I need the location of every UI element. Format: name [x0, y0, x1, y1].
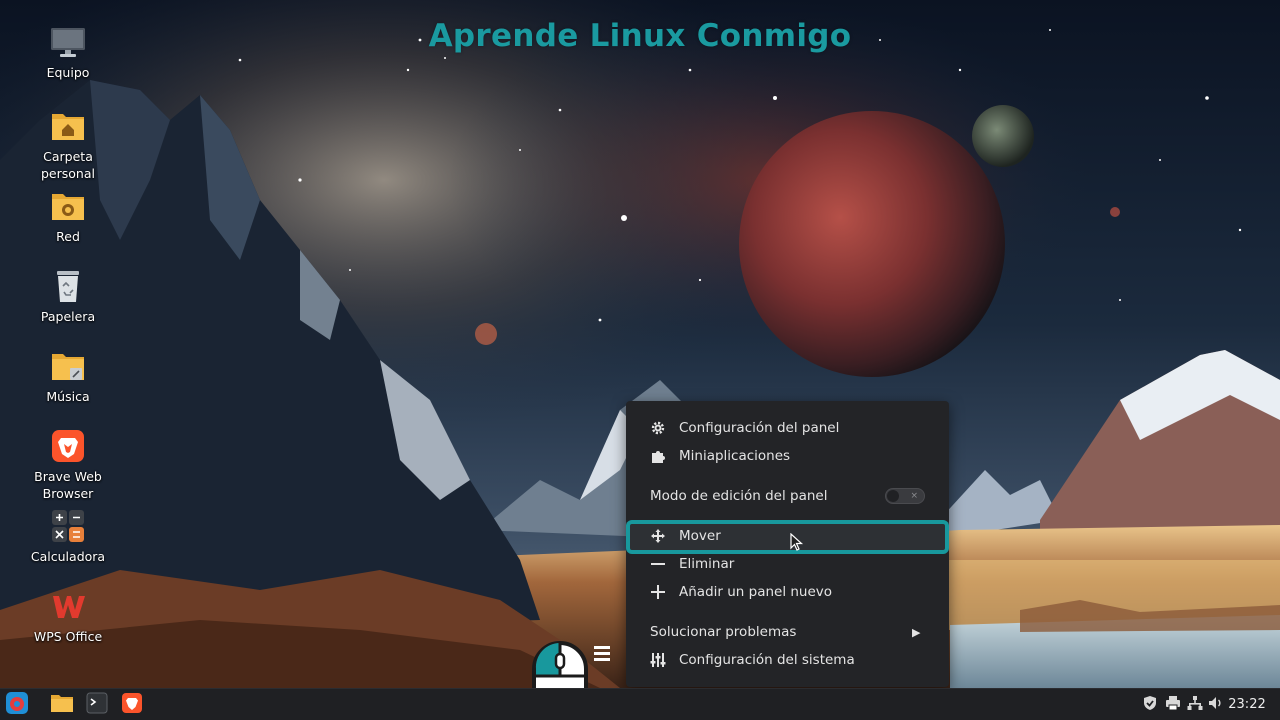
desktop-icon-papelera[interactable]: Papelera — [22, 268, 114, 325]
desktop-icon-label: Calculadora — [30, 549, 106, 564]
music-folder-icon — [50, 348, 86, 384]
mouse-pointer-icon — [789, 532, 805, 557]
menu-icon — [5, 691, 29, 719]
puzzle-icon — [650, 448, 666, 464]
menu-item-label: Eliminar — [679, 556, 735, 572]
network-tray-button[interactable] — [1185, 689, 1205, 720]
file-manager-button[interactable] — [48, 692, 76, 718]
desktop-icon-label: Papelera — [40, 309, 96, 324]
update-tray-button[interactable] — [1140, 689, 1160, 720]
printer-tray-button[interactable] — [1163, 689, 1183, 720]
file-manager-icon — [50, 692, 74, 718]
start-menu-button[interactable] — [3, 692, 31, 718]
home-folder-icon — [50, 108, 86, 144]
wps-office-icon — [50, 588, 86, 624]
desktop-icon-brave[interactable]: Brave Web Browser — [22, 428, 114, 502]
panel-context-menu: Configuración del panel Miniaplicaciones… — [626, 401, 949, 687]
calculator-icon — [50, 508, 86, 544]
network-icon — [1187, 695, 1203, 715]
menu-item-modo-edicion-panel[interactable]: Modo de edición del panel × — [626, 482, 949, 510]
toggle-knob — [887, 490, 899, 502]
menu-item-mover[interactable]: Mover — [626, 522, 949, 550]
menu-item-anadir-panel[interactable]: Añadir un panel nuevo — [626, 578, 949, 606]
desktop-icon-musica[interactable]: Música — [22, 348, 114, 405]
menu-item-solucionar-problemas[interactable]: Solucionar problemas ▶ — [626, 618, 949, 646]
menu-item-label: Modo de edición del panel — [650, 488, 828, 504]
terminal-icon — [86, 692, 108, 718]
trash-icon — [50, 268, 86, 304]
desktop-icon-label: Música — [46, 389, 90, 404]
desktop-icon-red[interactable]: Red — [22, 188, 114, 245]
menu-item-configuracion-panel[interactable]: Configuración del panel — [626, 414, 949, 442]
menu-item-eliminar[interactable]: Eliminar — [626, 550, 949, 578]
desktop-icon-label: WPS Office — [33, 629, 103, 644]
menu-item-label: Miniaplicaciones — [679, 448, 791, 464]
watermark-title: Aprende Linux Conmigo — [428, 18, 852, 54]
desktop-icon-calculadora[interactable]: Calculadora — [22, 508, 114, 565]
minus-icon — [650, 556, 666, 572]
network-folder-icon — [50, 188, 86, 224]
desktop-icon-label: Red — [56, 229, 80, 244]
toggle-off-glyph: × — [910, 491, 918, 501]
sliders-icon — [650, 652, 666, 668]
plus-icon — [650, 584, 666, 600]
desktop-icon-wps-office[interactable]: WPS Office — [22, 588, 114, 645]
brave-taskbar-button[interactable] — [118, 692, 146, 718]
menu-item-label: Solucionar problemas — [650, 624, 797, 640]
desktop-icon-label: Brave Web Browser — [34, 469, 102, 501]
desktop-icon-equipo[interactable]: Equipo — [22, 24, 114, 81]
menu-item-label: Configuración del sistema — [679, 652, 855, 668]
edit-mode-toggle[interactable]: × — [885, 488, 925, 504]
desktop-icon-label: Carpeta personal — [41, 149, 95, 181]
submenu-arrow-icon: ▶ — [912, 625, 921, 639]
printer-icon — [1165, 695, 1181, 715]
taskbar: 23:22 — [0, 688, 1280, 720]
menu-item-miniaplicaciones[interactable]: Miniaplicaciones — [626, 442, 949, 470]
menu-item-label: Mover — [679, 528, 721, 544]
taskbar-clock[interactable]: 23:22 — [1222, 689, 1272, 720]
shield-update-icon — [1142, 695, 1158, 715]
menu-item-configuracion-sistema[interactable]: Configuración del sistema — [626, 646, 949, 674]
menu-item-label: Añadir un panel nuevo — [679, 584, 833, 600]
desktop-icon-label: Equipo — [46, 65, 90, 80]
move-icon — [650, 528, 666, 544]
gear-icon — [650, 420, 666, 436]
menu-item-label: Configuración del panel — [679, 420, 840, 436]
desktop-icon-carpeta-personal[interactable]: Carpeta personal — [22, 108, 114, 182]
brave-icon — [50, 428, 86, 464]
monitor-icon — [50, 24, 86, 60]
brave-icon — [121, 692, 143, 718]
terminal-button[interactable] — [83, 692, 111, 718]
